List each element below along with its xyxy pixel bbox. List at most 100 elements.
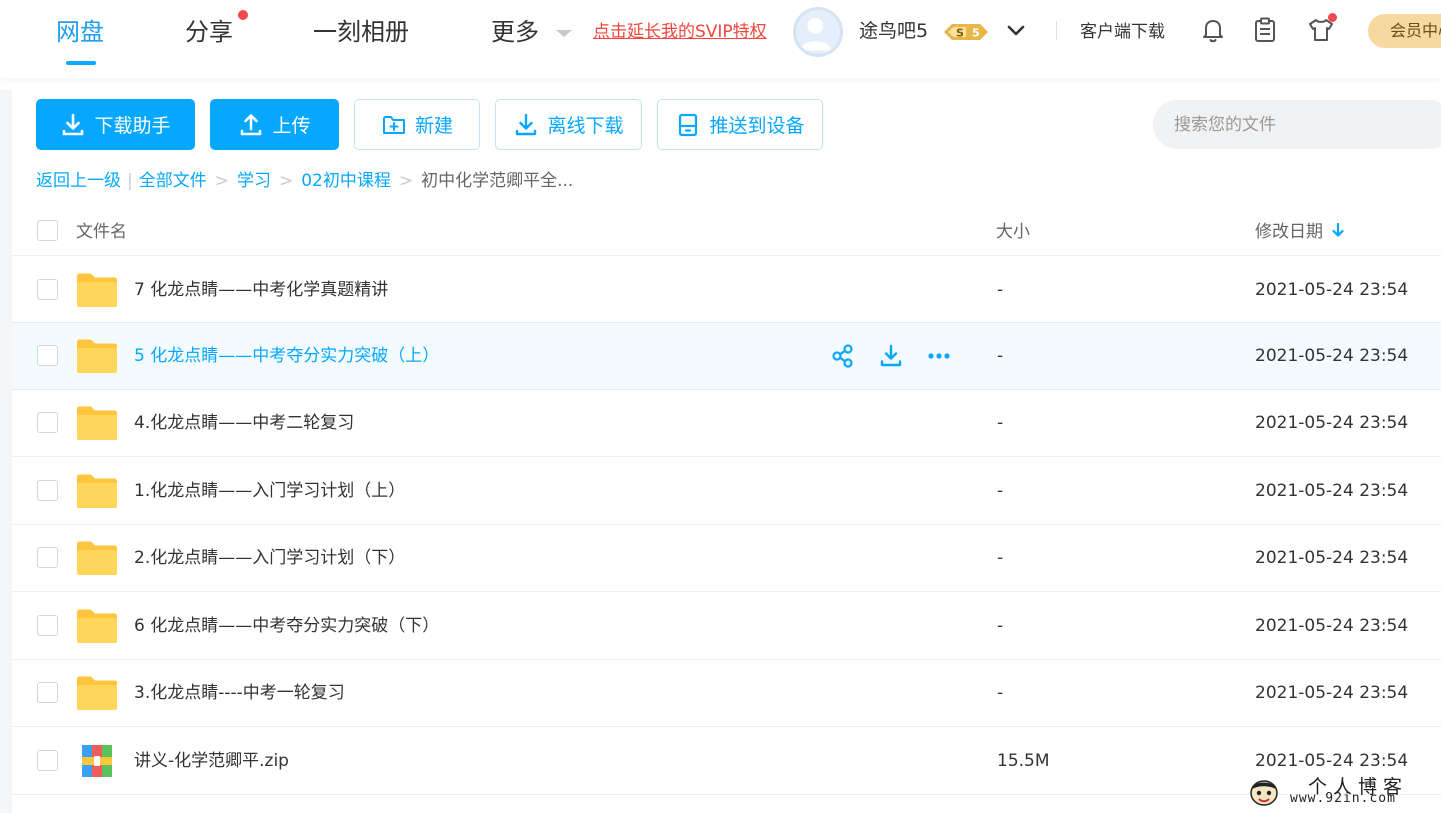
file-name[interactable]: 7 化龙点睛——中考化学真题精讲 xyxy=(134,277,388,303)
more-caret-icon[interactable] xyxy=(556,30,572,37)
column-header-date[interactable]: 修改日期 xyxy=(1255,217,1345,242)
file-name[interactable]: 4.化龙点睛——中考二轮复习 xyxy=(134,410,354,436)
folder-icon xyxy=(77,541,117,575)
table-row[interactable]: 5 化龙点睛——中考夺分实力突破（上） - 2021-05-24 23:54 xyxy=(12,322,1441,390)
table-row[interactable]: 4.化龙点睛——中考二轮复习 - 2021-05-24 23:54 xyxy=(12,390,1441,457)
folder-icon xyxy=(77,406,117,440)
user-avatar-icon xyxy=(799,17,832,51)
nav-tab-share[interactable]: 分享 xyxy=(185,16,233,48)
file-name[interactable]: 讲义-化学范卿平.zip xyxy=(134,748,289,774)
watermark: 个人博客 www.92in.com xyxy=(1248,772,1438,810)
download-icon xyxy=(63,113,84,135)
avatar[interactable] xyxy=(793,7,843,57)
sort-descending-icon[interactable] xyxy=(1331,222,1345,238)
offline-download-button[interactable]: 离线下载 xyxy=(495,99,642,150)
file-name[interactable]: 6 化龙点睛——中考夺分实力突破（下） xyxy=(134,613,439,639)
file-date: 2021-05-24 23:54 xyxy=(1255,751,1409,771)
download-helper-label: 下载助手 xyxy=(94,115,171,137)
file-date: 2021-05-24 23:54 xyxy=(1255,413,1409,433)
new-label: 新建 xyxy=(414,115,453,137)
file-size: - xyxy=(997,548,1004,568)
file-date: 2021-05-24 23:54 xyxy=(1255,548,1409,568)
row-checkbox[interactable] xyxy=(37,480,58,501)
breadcrumb-junior-courses[interactable]: 02初中课程 xyxy=(301,169,391,193)
file-size: - xyxy=(997,413,1004,433)
file-list-header: 文件名 大小 修改日期 xyxy=(12,206,1441,256)
table-row[interactable]: 2.化龙点睛——入门学习计划（下） - 2021-05-24 23:54 xyxy=(12,525,1441,592)
device-icon xyxy=(679,113,698,136)
new-folder-button[interactable]: 新建 xyxy=(354,99,480,150)
file-size: - xyxy=(997,280,1004,300)
table-row[interactable]: 1.化龙点睛——入门学习计划（上） - 2021-05-24 23:54 xyxy=(12,458,1441,525)
file-size: - xyxy=(997,616,1004,636)
folder-icon xyxy=(77,474,117,508)
column-header-size[interactable]: 大小 xyxy=(996,217,1030,242)
download-helper-button[interactable]: 下载助手 xyxy=(36,99,195,150)
share-icon[interactable] xyxy=(830,343,856,369)
table-row[interactable]: 3.化龙点睛----中考一轮复习 - 2021-05-24 23:54 xyxy=(12,660,1441,727)
row-checkbox[interactable] xyxy=(37,279,58,300)
breadcrumb-back-link[interactable]: 返回上一级 xyxy=(36,169,121,193)
breadcrumb-study[interactable]: 学习 xyxy=(237,169,271,193)
tshirt-notification-dot xyxy=(1328,13,1337,22)
search-input[interactable] xyxy=(1153,100,1441,149)
breadcrumb-all-files[interactable]: 全部文件 xyxy=(139,169,207,193)
download-icon[interactable] xyxy=(878,343,904,369)
file-name[interactable]: 2.化龙点睛——入门学习计划（下） xyxy=(134,545,405,571)
column-header-name[interactable]: 文件名 xyxy=(76,217,127,242)
table-row[interactable]: 6 化龙点睛——中考夺分实力突破（下） - 2021-05-24 23:54 xyxy=(12,593,1441,660)
nav-tab-more[interactable]: 更多 xyxy=(491,16,539,48)
file-name[interactable]: 1.化龙点睛——入门学习计划（上） xyxy=(134,478,405,504)
share-notification-dot xyxy=(238,10,248,20)
upload-button[interactable]: 上传 xyxy=(210,99,339,150)
breadcrumb-separator: > xyxy=(398,171,414,191)
offline-download-label: 离线下载 xyxy=(547,115,624,137)
chevron-down-icon[interactable] xyxy=(1005,20,1027,42)
push-to-device-label: 推送到设备 xyxy=(709,115,805,137)
table-row[interactable]: 7 化龙点睛——中考化学真题精讲 - 2021-05-24 23:54 xyxy=(12,257,1441,324)
file-name[interactable]: 3.化龙点睛----中考一轮复习 xyxy=(134,680,345,706)
breadcrumb: 返回上一级 | 全部文件 > 学习 > 02初中课程 > 初中化学范卿平全... xyxy=(36,169,573,193)
offline-download-icon xyxy=(516,113,537,135)
row-actions xyxy=(830,343,952,369)
table-row[interactable]: 讲义-化学范卿平.zip 15.5M 2021-05-24 23:54 xyxy=(12,728,1441,795)
folder-icon xyxy=(77,609,117,643)
svip-extend-link[interactable]: 点击延长我的SVIP特权 xyxy=(593,20,767,44)
row-checkbox[interactable] xyxy=(37,682,58,703)
svg-text:S: S xyxy=(956,27,964,40)
top-navigation: 网盘 分享 一刻相册 更多 点击延长我的SVIP特权 途鸟吧5 S 5 客户端下… xyxy=(0,0,1441,78)
row-checkbox[interactable] xyxy=(37,547,58,568)
row-checkbox[interactable] xyxy=(37,615,58,636)
watermark-url: www.92in.com xyxy=(1290,791,1396,806)
nav-active-indicator xyxy=(66,61,96,65)
nav-tab-netdisk[interactable]: 网盘 xyxy=(56,16,104,48)
zip-archive-icon xyxy=(82,745,112,777)
row-checkbox[interactable] xyxy=(37,750,58,771)
clipboard-icon[interactable] xyxy=(1250,15,1280,45)
breadcrumb-separator: > xyxy=(214,171,229,191)
client-download-link[interactable]: 客户端下载 xyxy=(1080,20,1165,44)
row-checkbox[interactable] xyxy=(37,345,58,366)
more-options-icon[interactable] xyxy=(926,343,952,369)
nav-tab-album[interactable]: 一刻相册 xyxy=(313,16,409,48)
file-size: - xyxy=(997,346,1004,366)
push-to-device-button[interactable]: 推送到设备 xyxy=(657,99,823,150)
svip-level-badge-icon: S 5 xyxy=(944,24,988,40)
file-date: 2021-05-24 23:54 xyxy=(1255,280,1409,300)
sidebar-edge xyxy=(0,90,12,813)
breadcrumb-separator: > xyxy=(278,171,294,191)
bell-icon[interactable] xyxy=(1198,15,1228,45)
new-folder-icon xyxy=(382,115,405,134)
select-all-checkbox[interactable] xyxy=(37,220,58,241)
divider xyxy=(1056,21,1057,40)
file-date: 2021-05-24 23:54 xyxy=(1255,683,1409,703)
file-date: 2021-05-24 23:54 xyxy=(1255,481,1409,501)
row-checkbox[interactable] xyxy=(37,412,58,433)
file-name[interactable]: 5 化龙点睛——中考夺分实力突破（上） xyxy=(134,343,439,369)
folder-icon xyxy=(77,676,117,710)
file-size: - xyxy=(997,683,1004,703)
search-box[interactable] xyxy=(1153,100,1441,149)
vip-center-button[interactable]: 会员中心 xyxy=(1368,14,1441,48)
username[interactable]: 途鸟吧5 xyxy=(859,17,928,45)
breadcrumb-pipe: | xyxy=(127,171,133,191)
